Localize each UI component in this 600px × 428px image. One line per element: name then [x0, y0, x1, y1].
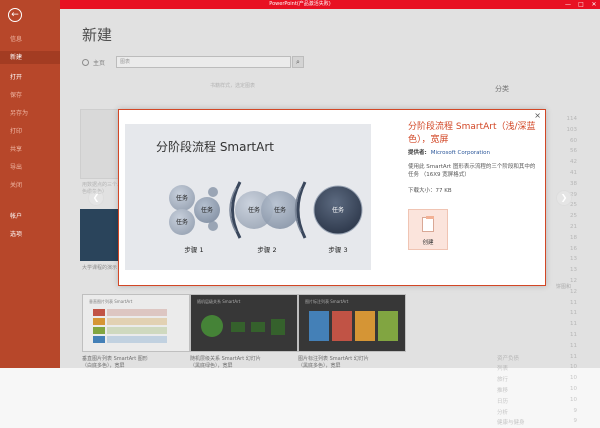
category-label: 旅行 [497, 377, 509, 384]
category-count: 9 [573, 418, 578, 425]
category-label: 分析 [497, 409, 509, 416]
nav-save[interactable]: 保存 [10, 90, 22, 99]
task-label: 任务 [176, 218, 188, 226]
new-document-icon [422, 216, 434, 232]
nav-save-as[interactable]: 另存为 [10, 108, 28, 117]
nav-open[interactable]: 打开 [10, 72, 22, 81]
nav-print[interactable]: 打印 [10, 126, 22, 135]
decor-dot [208, 187, 218, 197]
maximize-button[interactable]: □ [575, 0, 587, 9]
task-label: 任务 [176, 194, 188, 202]
create-label: 创建 [422, 240, 434, 246]
category-item[interactable]: 日历 10 [497, 397, 587, 407]
nav-options[interactable]: 选项 [10, 229, 22, 238]
title-bar: PowerPoint(产品激活失败) — □ ✕ [0, 0, 600, 9]
category-count: 10 [570, 375, 577, 382]
template-description: 使用此 SmartArt 图形表示流程的三个阶段和其中的任务 （16X9 宽屏格… [408, 164, 536, 178]
category-item[interactable]: 旅行 10 [497, 375, 587, 385]
nav-export[interactable]: 导出 [10, 162, 22, 171]
template-provider: 提供者: Microsoft Corporation [408, 148, 490, 156]
nav-account[interactable]: 帐户 [10, 211, 22, 220]
template-title: 分阶段流程 SmartArt（浅/深蓝色），宽屏 [408, 122, 536, 145]
create-button[interactable]: 创建 [408, 209, 448, 250]
category-count: 9 [573, 407, 578, 414]
category-item[interactable]: 分析 9 [497, 408, 587, 418]
category-label: 健康与健身 [497, 420, 525, 427]
nav-share[interactable]: 共享 [10, 144, 22, 153]
phased-process-diagram: 任务 任务 任务 任务 任务 任务 步骤 1 步骤 2 步骤 3 [169, 181, 363, 254]
previous-template-button[interactable]: ❮ [88, 190, 104, 206]
task-label: 任务 [248, 206, 260, 214]
task-label: 任务 [332, 206, 344, 214]
close-icon[interactable]: × [534, 111, 541, 120]
category-item[interactable]: 健康与健身 9 [497, 418, 587, 428]
category-item[interactable]: 推移 10 [497, 386, 587, 396]
provider-link[interactable]: Microsoft Corporation [431, 150, 490, 156]
nav-close[interactable]: 关闭 [10, 180, 22, 189]
category-label: 日历 [497, 398, 509, 405]
next-template-button[interactable]: ❯ [556, 190, 572, 206]
back-arrow-icon[interactable]: ← [8, 8, 22, 22]
template-preview: 分阶段流程 SmartArt 任务 任务 任务 任务 任务 任务 步骤 1 步骤… [125, 124, 371, 270]
task-label: 任务 [274, 206, 286, 214]
close-window-button[interactable]: ✕ [588, 0, 600, 9]
window-title: PowerPoint(产品激活失败) [269, 1, 331, 7]
step-label: 步骤 1 [184, 245, 203, 254]
provider-label: 提供者: [408, 150, 427, 156]
backstage-sidebar: ← 信息 新建 打开 保存 另存为 打印 共享 导出 关闭 帐户 选项 [0, 0, 60, 368]
category-count: 10 [570, 396, 577, 403]
step-label: 步骤 3 [328, 245, 347, 254]
category-count: 10 [570, 386, 577, 392]
step-label: 步骤 2 [257, 245, 276, 254]
template-preview-dialog: × 分阶段流程 SmartArt 任务 任务 任务 任务 任务 任务 步骤 1 … [118, 109, 546, 286]
task-label: 任务 [201, 206, 213, 214]
nav-info[interactable]: 信息 [10, 34, 22, 43]
minimize-button[interactable]: — [562, 0, 574, 9]
category-label: 推移 [497, 388, 509, 394]
download-size: 下载大小：77 KB [408, 188, 452, 194]
nav-new[interactable]: 新建 [0, 51, 60, 64]
